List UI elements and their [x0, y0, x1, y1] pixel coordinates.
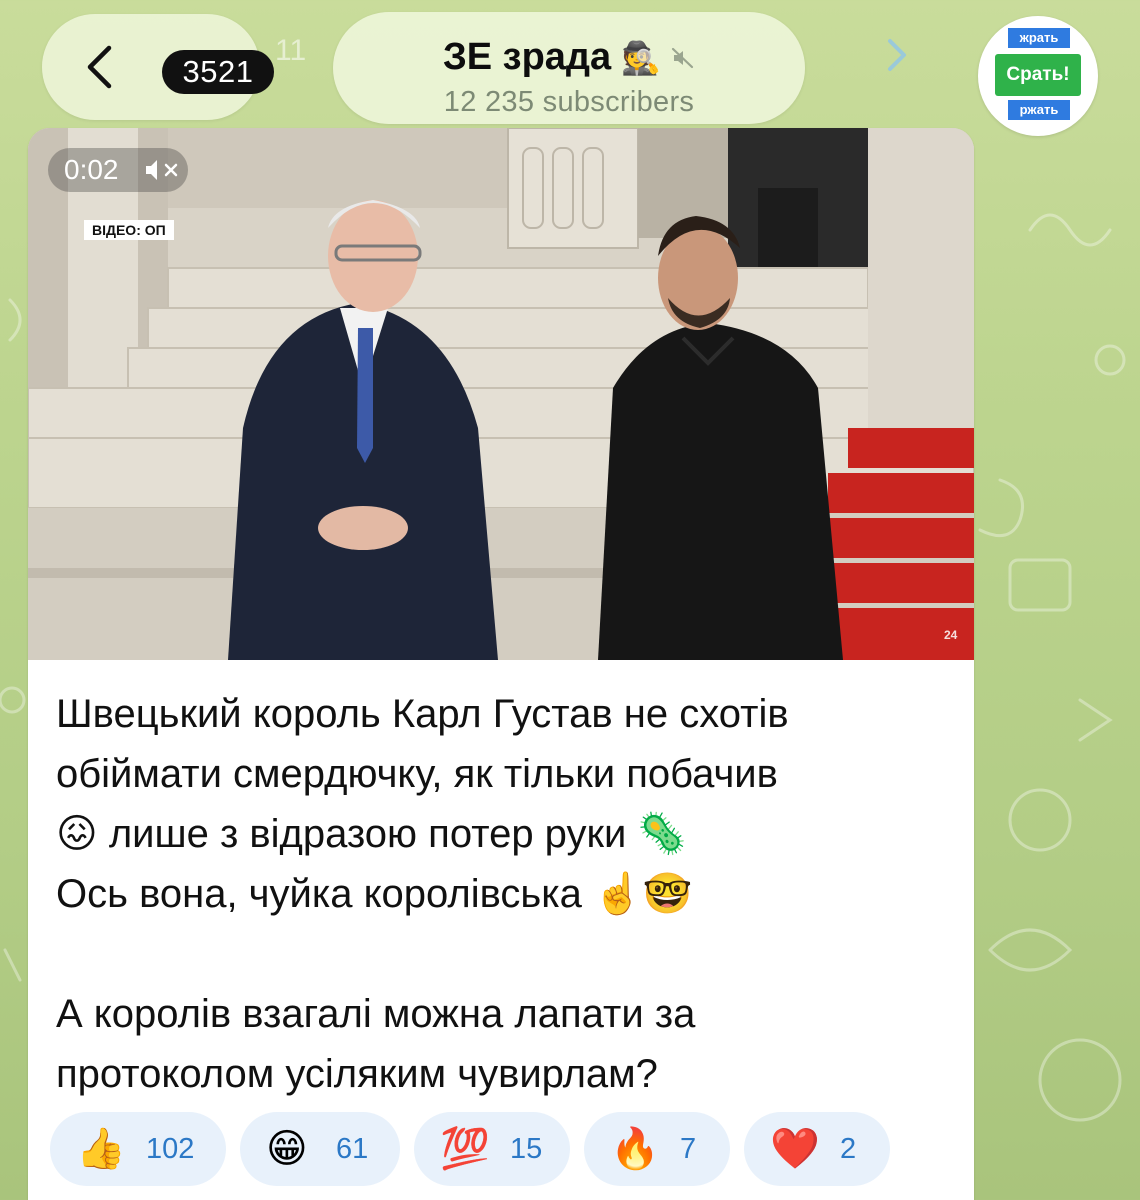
chevron-left-icon	[87, 45, 112, 89]
reaction-count: 61	[336, 1133, 369, 1165]
video-time-badge: 0:02	[48, 148, 188, 192]
grin-icon: 😁	[266, 1127, 308, 1171]
fire-icon: 🔥	[610, 1127, 660, 1171]
reaction-thumbs-up[interactable]: 👍 102	[50, 1112, 226, 1186]
reaction-heart[interactable]: ❤️ 2	[744, 1112, 890, 1186]
reaction-grin[interactable]: 😁 61	[240, 1112, 400, 1186]
message-bubble: 0:02 ВІДЕО: ОП 24 Швецький король Карл Г…	[28, 128, 974, 1200]
thumbs-up-icon: 👍	[76, 1127, 126, 1171]
back-button[interactable]: 3521	[42, 14, 274, 120]
channel-header[interactable]: ЗЕ зрада 🕵️ 12 235 subscribers	[333, 12, 805, 124]
video-source-label: ВІДЕО: ОП	[84, 220, 174, 240]
reaction-hundred[interactable]: 💯 15	[414, 1112, 570, 1186]
message-text: Швецький король Карл Густав не схотів об…	[56, 692, 789, 1096]
muted-speaker-icon	[671, 47, 694, 68]
avatar-text-middle: Срать!	[995, 54, 1081, 96]
video-player[interactable]: 0:02 ВІДЕО: ОП 24	[28, 128, 974, 660]
reaction-count: 2	[840, 1133, 857, 1165]
reaction-count: 7	[680, 1133, 697, 1165]
subscriber-count: 12 235 subscribers	[443, 86, 695, 118]
avatar-text-top: жрать	[1008, 28, 1070, 48]
detective-emoji-icon: 🕵️	[621, 39, 662, 76]
video-frame	[28, 128, 974, 660]
reaction-fire[interactable]: 🔥 7	[584, 1112, 730, 1186]
hundred-icon: 💯	[440, 1127, 490, 1171]
channel-24-logo: 24	[944, 628, 958, 642]
chevron-right-icon	[888, 39, 906, 71]
muted-speaker-icon[interactable]	[144, 158, 180, 182]
unread-count-badge: 3521	[162, 50, 274, 94]
channel-title: ЗЕ зрада	[442, 36, 612, 78]
avatar-text-bottom: ржать	[1008, 100, 1070, 120]
reaction-count: 15	[510, 1133, 543, 1165]
heart-icon: ❤️	[770, 1127, 820, 1171]
reaction-count: 102	[146, 1133, 195, 1165]
channel-avatar[interactable]: жрать Срать! ржать	[978, 16, 1098, 136]
background-ghost-text: 11	[275, 34, 307, 67]
video-time: 0:02	[64, 154, 119, 185]
